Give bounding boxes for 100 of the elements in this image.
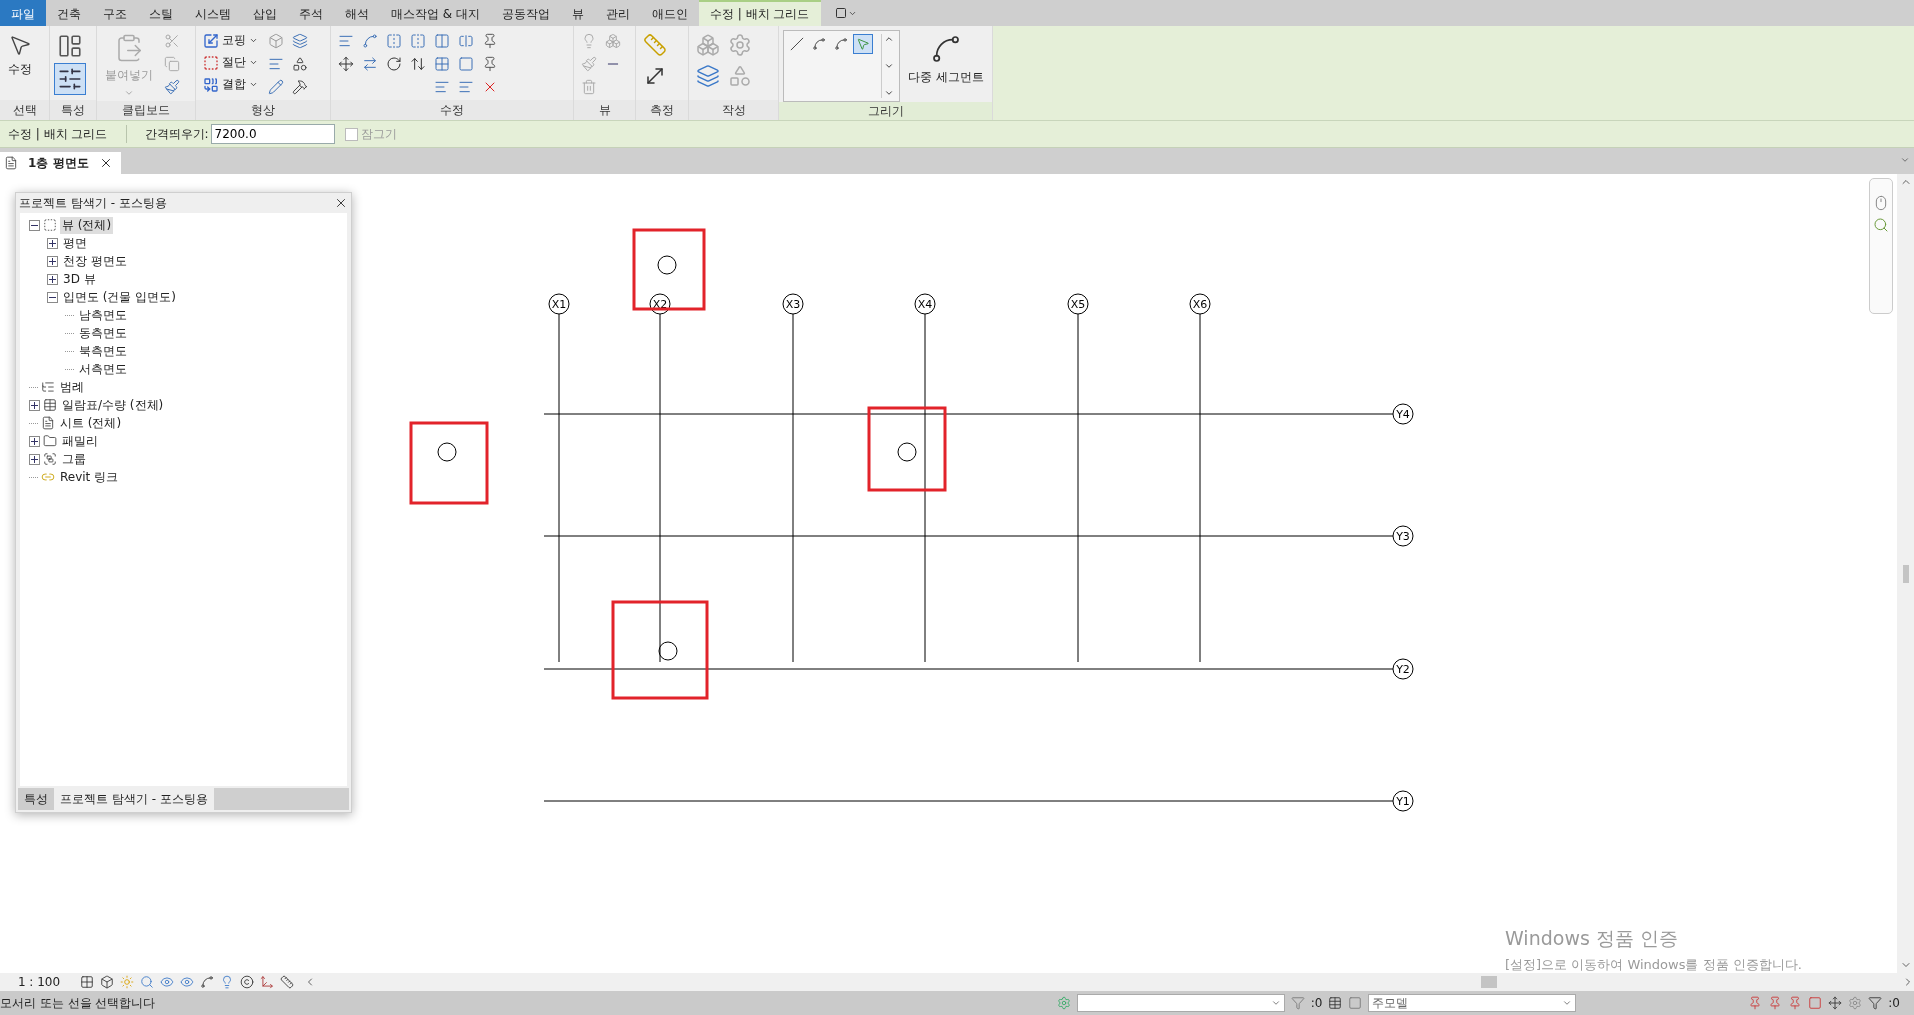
grid-line[interactable]: Y3 [543,525,1414,547]
activation-message: [설정]으로 이동하여 Windows를 정품 인증합니다. [1505,956,1802,973]
document-tab[interactable]: 1층 평면도 [0,152,121,174]
ribbon-tab[interactable]: 주석 [288,0,334,26]
panel-label: 선택 [0,100,49,120]
geometry-button[interactable]: 결합 [200,74,261,95]
reveal-icon [220,975,234,989]
tree-item[interactable]: 그룹 [60,450,88,468]
offset-label: 간격띄우기: [144,125,209,143]
expand-icon[interactable] [884,88,895,98]
legend-icon [41,380,55,394]
selection-count: :0 [1310,996,1323,1010]
scroll-thumb[interactable] [1481,976,1497,988]
collapse-toggle[interactable] [47,291,58,303]
geometry-button[interactable]: 절단 [200,52,261,73]
worksets-icon [1056,996,1071,1010]
tree-item[interactable]: 범례 [58,378,86,396]
geometry-button[interactable]: 코핑 [200,30,261,51]
tree-item[interactable]: 북측면도 [77,342,129,360]
ribbon-tab[interactable]: 공동작업 [491,0,561,26]
expand-toggle[interactable] [47,237,58,249]
caret-icon [1562,998,1573,1008]
caret-icon [249,58,258,67]
tree-item[interactable]: 동측면도 [77,324,129,342]
grid-line[interactable]: Y1 [543,790,1414,812]
expand-toggle[interactable] [47,255,58,267]
select-underlay-icon [1768,996,1783,1010]
grid-line[interactable]: Y4 [543,403,1414,425]
ribbon-tab[interactable]: 파일 [0,0,46,26]
ribbon-tab[interactable]: 시스템 [184,0,242,26]
activation-title: Windows 정품 인증 [1505,926,1679,951]
panel-label: 그리기 [779,102,992,120]
tree-item[interactable]: 천장 평면도 [61,252,129,270]
cut-geometry-icon [203,54,219,71]
scroll-thumb[interactable] [1902,564,1909,583]
tree-item[interactable]: 서측면도 [77,360,129,378]
visual-style-icon [100,975,114,989]
multi-segment-button[interactable]: 다중 세그먼트 [904,30,988,89]
grid-line[interactable]: X5 [1067,293,1089,663]
grid-line[interactable]: Y2 [543,658,1414,680]
tree-item[interactable]: 시트 (전체) [58,414,124,432]
grid-line[interactable]: X4 [914,293,936,663]
filter-count: :0 [1888,996,1900,1010]
ribbon-tab[interactable]: 해석 [334,0,380,26]
tree-item[interactable]: 평면 [61,234,89,252]
panel-label: 형상 [196,100,330,120]
join-icon [203,76,219,93]
ribbon-tab[interactable]: 삽입 [242,0,288,26]
analytical-icon [260,975,274,989]
ribbon-tab[interactable]: 건축 [46,0,92,26]
ribbon-tab[interactable]: 수정 | 배치 그리드 [699,0,821,26]
sun-path-icon [120,975,134,989]
pick-lines-icon[interactable] [853,34,873,54]
browser-tab[interactable]: 프로젝트 탐색기 - 포스팅용 [54,788,214,810]
view-scale[interactable]: 1 : 100 [4,975,74,989]
expand-toggle[interactable] [29,399,40,411]
document-title: 1층 평면도 [28,154,89,172]
caret-icon [249,36,258,45]
panel-label: 뷰 [574,100,635,120]
offset-field[interactable]: 7200.0 [210,124,335,144]
constraints-icon [280,975,294,989]
expand-toggle[interactable] [47,273,58,285]
workset-dropdown[interactable] [1076,994,1285,1012]
modify-button[interactable]: 수정 [4,30,36,81]
tree-item[interactable]: 입면도 (건물 입면도) [61,288,178,306]
scroll-down-icon[interactable] [884,61,895,71]
link-icon [41,470,55,484]
grid-line[interactable]: X2 [649,293,671,663]
tree-item[interactable]: 일람표/수량 (전체) [60,396,166,414]
family-icon [43,434,57,448]
ribbon-tab[interactable]: 매스작업 & 대지 [380,0,491,26]
expand-toggle[interactable] [29,435,40,447]
scroll-up-icon[interactable] [884,34,895,44]
ribbon-tab[interactable]: 구조 [92,0,138,26]
detail-level-icon [80,975,94,989]
tree-item[interactable]: Revit 링크 [58,468,121,486]
tree-item[interactable]: 패밀리 [60,432,100,450]
close-icon [334,196,348,210]
cope-icon [203,32,219,49]
ribbon-tab[interactable]: 스틸 [138,0,184,26]
expand-toggle[interactable] [29,453,40,465]
caret-icon [124,88,134,98]
tree-item[interactable]: 남측면도 [77,306,129,324]
properties-icon[interactable] [54,63,86,95]
design-option-dropdown[interactable]: 주모델 [1368,994,1577,1012]
tree-item[interactable]: 뷰 (전체) [60,216,114,234]
ribbon-tab[interactable]: 애드인 [641,0,699,26]
ribbon-tab[interactable]: 뷰 [561,0,595,26]
caret-icon [249,80,258,89]
grid-line[interactable]: X1 [548,293,570,663]
sheet-icon [41,416,55,430]
tree-item[interactable]: 3D 뷰 [61,270,98,288]
grid-line[interactable]: X6 [1189,293,1211,663]
grid-line[interactable]: X3 [782,293,804,663]
ribbon-tab[interactable]: 관리 [595,0,641,26]
group-icon [43,452,57,466]
browser-title: 프로젝트 탐색기 - 포스팅용 [19,194,167,212]
collapse-toggle[interactable] [29,219,40,231]
status-message: 모서리 또는 선을 선택합니다 [0,994,156,1012]
context-title: 수정 | 배치 그리드 [8,125,108,143]
